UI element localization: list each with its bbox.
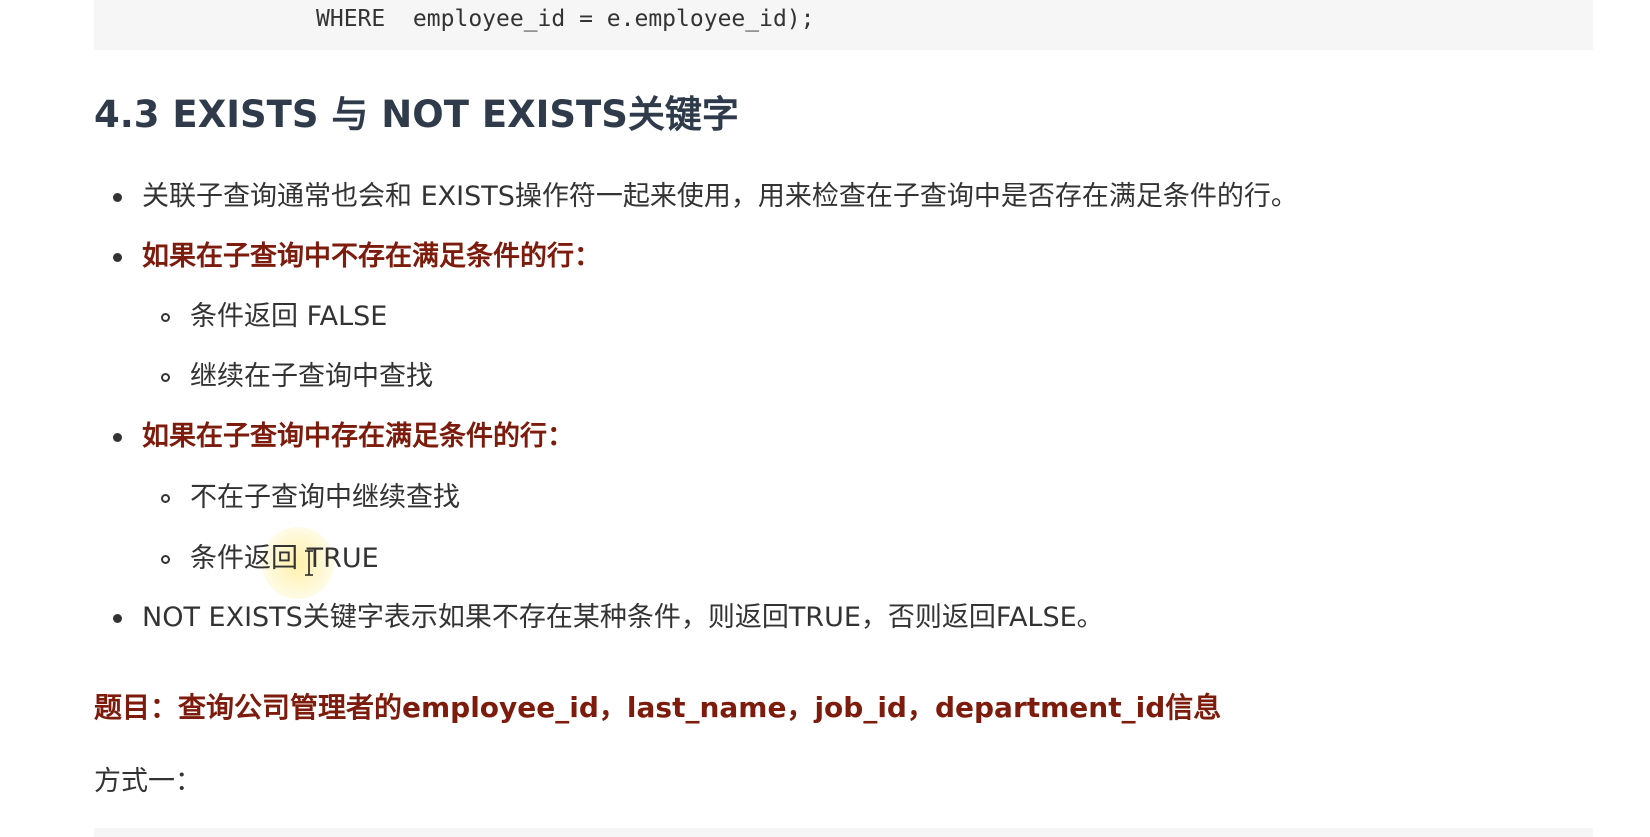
sub-item-return-false: 条件返回 FALSE xyxy=(190,301,388,332)
document-page: WHERE employee_id = e.employee_id); 4.3 … xyxy=(0,0,1650,837)
code-block-top: WHERE employee_id = e.employee_id); xyxy=(94,0,1593,50)
code-line: WHERE employee_id = e.employee_id); xyxy=(316,6,815,32)
list-item-exist-title: 如果在子查询中存在满足条件的行： xyxy=(142,421,574,452)
code-block-bottom xyxy=(94,828,1593,837)
bullet-dot xyxy=(113,253,122,262)
list-item-intro: 关联子查询通常也会和 EXISTS操作符一起来使用，用来检查在子查询中是否存在满… xyxy=(142,181,1298,212)
sub-bullet-circle xyxy=(161,555,170,564)
sub-bullet-circle xyxy=(161,494,170,503)
list-item-not-exists-note: NOT EXISTS关键字表示如果不存在某种条件，则返回TRUE，否则返回FAL… xyxy=(142,602,1104,633)
section-heading: 4.3 EXISTS 与 NOT EXISTS关键字 xyxy=(94,93,739,136)
question-title: 题目：查询公司管理者的employee_id，last_name，job_id，… xyxy=(94,691,1222,724)
bullet-dot xyxy=(113,193,122,202)
method-label: 方式一： xyxy=(94,766,202,797)
sub-item-return-true: 条件返回 TRUE xyxy=(190,543,379,574)
list-item-not-exist-title: 如果在子查询中不存在满足条件的行： xyxy=(142,241,601,272)
sub-item-continue-search: 继续在子查询中查找 xyxy=(190,361,433,392)
bullet-dot xyxy=(113,433,122,442)
sub-item-stop-search: 不在子查询中继续查找 xyxy=(190,482,460,513)
sub-bullet-circle xyxy=(161,313,170,322)
bullet-dot xyxy=(113,614,122,623)
sub-bullet-circle xyxy=(161,373,170,382)
